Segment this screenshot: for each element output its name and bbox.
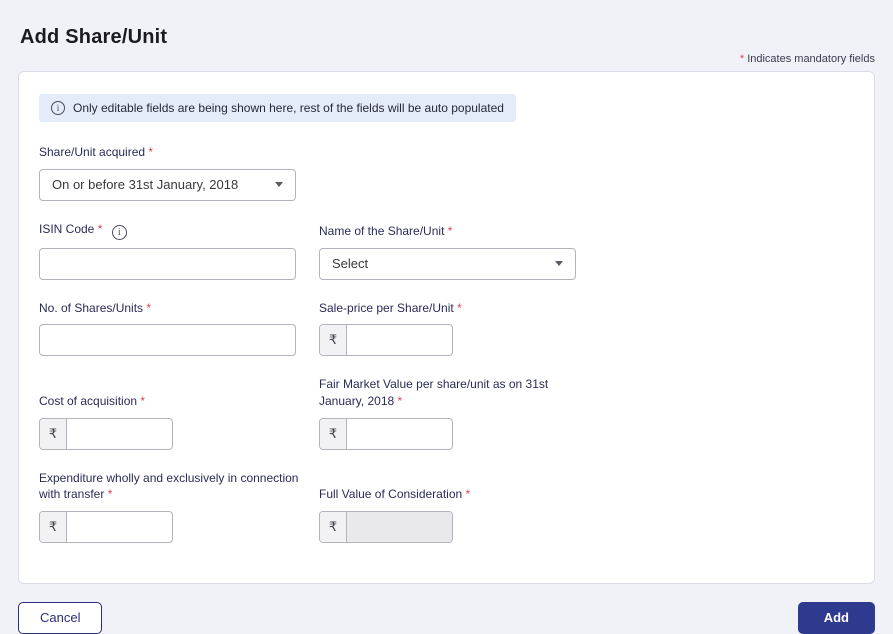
- add-share-unit-page: Add Share/Unit * Indicates mandatory fie…: [0, 0, 893, 634]
- form-card: Only editable fields are being shown her…: [18, 71, 875, 584]
- no-of-shares-units-input[interactable]: [39, 324, 296, 357]
- cost-of-acquisition-input[interactable]: [67, 418, 172, 449]
- field-expenditure-transfer: Expenditure wholly and exclusively in co…: [39, 470, 319, 543]
- cost-of-acquisition-input-group: ₹: [39, 417, 173, 450]
- required-asterisk: *: [146, 300, 152, 315]
- chevron-down-icon: [555, 261, 563, 267]
- sale-price-label: Sale-price per Share/Unit *: [319, 300, 462, 315]
- full-value-consideration-input: [347, 511, 452, 542]
- mandatory-note-text: Indicates mandatory fields: [744, 53, 875, 65]
- required-asterisk: *: [465, 487, 471, 502]
- sale-price-input[interactable]: [347, 325, 452, 356]
- info-banner-text: Only editable fields are being shown her…: [73, 101, 504, 115]
- form-row: Expenditure wholly and exclusively in co…: [39, 470, 854, 543]
- rupee-prefix: ₹: [40, 418, 67, 449]
- no-of-shares-units-label: No. of Shares/Units *: [39, 300, 152, 315]
- fair-market-value-input-group: ₹: [319, 417, 453, 450]
- form-row: ISIN Code * Name of the Share/Unit * Sel…: [39, 221, 854, 280]
- info-icon: [51, 101, 65, 115]
- rupee-prefix: ₹: [320, 511, 347, 542]
- info-banner: Only editable fields are being shown her…: [39, 94, 516, 122]
- form-row: Share/Unit acquired * On or before 31st …: [39, 144, 854, 201]
- fair-market-value-input[interactable]: [347, 418, 452, 449]
- sale-price-input-group: ₹: [319, 324, 453, 357]
- full-value-consideration-input-group: ₹: [319, 510, 453, 543]
- page-title: Add Share/Unit: [20, 26, 168, 48]
- add-button[interactable]: Add: [797, 601, 875, 634]
- cancel-button[interactable]: Cancel: [18, 601, 103, 634]
- share-unit-acquired-label: Share/Unit acquired *: [39, 145, 154, 159]
- expenditure-transfer-label: Expenditure wholly and exclusively in co…: [39, 470, 299, 502]
- field-share-unit-acquired: Share/Unit acquired * On or before 31st …: [39, 144, 319, 201]
- field-name-of-share-unit: Name of the Share/Unit * Select: [319, 223, 581, 280]
- field-full-value-consideration: Full Value of Consideration * ₹: [319, 486, 581, 543]
- required-asterisk: *: [457, 300, 462, 315]
- required-asterisk: *: [97, 221, 103, 236]
- mandatory-fields-note: * Indicates mandatory fields: [18, 53, 875, 65]
- required-asterisk: *: [447, 224, 453, 239]
- share-unit-form: Share/Unit acquired * On or before 31st …: [39, 144, 854, 543]
- form-actions: Cancel Add: [18, 601, 875, 634]
- rupee-prefix: ₹: [320, 418, 347, 449]
- field-cost-of-acquisition: Cost of acquisition * ₹: [39, 393, 319, 450]
- fair-market-value-label: Fair Market Value per share/unit as on 3…: [319, 377, 549, 409]
- name-of-share-unit-select[interactable]: Select: [319, 247, 576, 280]
- expenditure-transfer-input-group: ₹: [39, 510, 173, 543]
- field-isin-code: ISIN Code *: [39, 221, 319, 280]
- required-asterisk: *: [148, 145, 154, 159]
- rupee-prefix: ₹: [40, 511, 67, 542]
- expenditure-transfer-input[interactable]: [67, 511, 172, 542]
- form-row: Cost of acquisition * ₹ Fair Market Valu…: [39, 376, 854, 450]
- isin-info-icon[interactable]: [111, 224, 127, 240]
- field-fair-market-value: Fair Market Value per share/unit as on 3…: [319, 376, 581, 450]
- full-value-consideration-label: Full Value of Consideration *: [319, 487, 471, 502]
- required-asterisk: *: [107, 487, 113, 502]
- name-of-share-unit-value: Select: [332, 256, 369, 272]
- rupee-prefix: ₹: [320, 325, 347, 356]
- required-asterisk: *: [397, 394, 403, 409]
- isin-code-input[interactable]: [39, 247, 296, 280]
- share-unit-acquired-select[interactable]: On or before 31st January, 2018: [39, 168, 296, 201]
- form-row: No. of Shares/Units * Sale-price per Sha…: [39, 300, 854, 357]
- chevron-down-icon: [275, 182, 283, 188]
- field-sale-price: Sale-price per Share/Unit * ₹: [319, 300, 581, 357]
- name-of-share-unit-label: Name of the Share/Unit *: [319, 224, 453, 239]
- share-unit-acquired-value: On or before 31st January, 2018: [52, 177, 239, 193]
- required-asterisk: *: [140, 394, 146, 409]
- field-no-of-shares-units: No. of Shares/Units *: [39, 300, 319, 357]
- cost-of-acquisition-label: Cost of acquisition *: [39, 394, 146, 409]
- isin-code-label: ISIN Code *: [39, 221, 307, 240]
